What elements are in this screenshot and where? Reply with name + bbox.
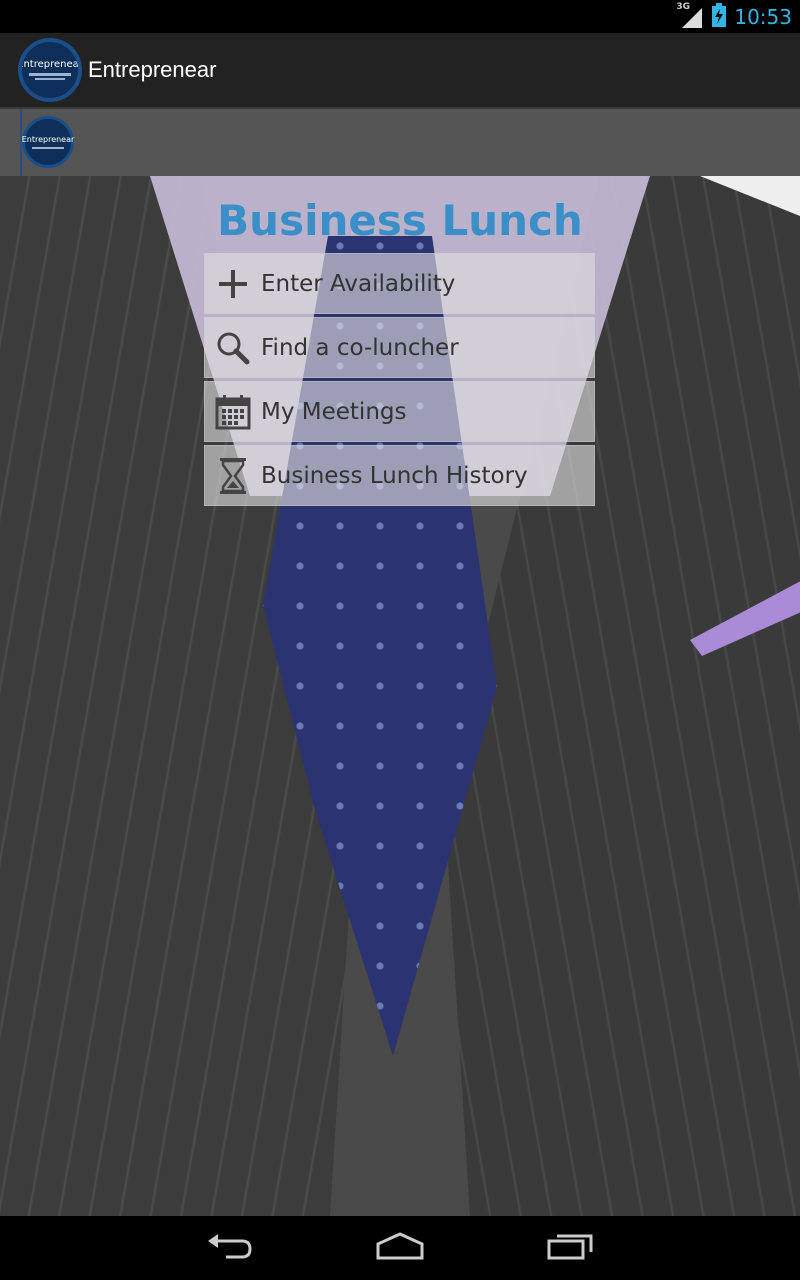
menu-item-find-co-luncher[interactable]: Find a co-luncher <box>204 317 595 378</box>
menu-item-label: Find a co-luncher <box>261 334 459 361</box>
hourglass-icon <box>215 457 251 494</box>
screen: 3G 10:53 Entreprenear Entreprenear Entre… <box>0 0 800 1280</box>
plus-icon <box>215 266 251 302</box>
network-type: 3G <box>676 1 691 12</box>
app-logo[interactable]: Entreprenear <box>18 38 82 102</box>
search-icon <box>215 330 251 366</box>
calendar-icon <box>215 394 251 430</box>
action-bar: Entreprenear Entreprenear <box>0 33 800 107</box>
logo-tagline-line <box>29 73 71 76</box>
back-icon <box>206 1231 254 1265</box>
home-icon <box>375 1232 425 1264</box>
app-title: Entreprenear <box>88 57 217 82</box>
status-indicators: 3G 10:53 <box>676 0 792 33</box>
recent-apps-button[interactable] <box>530 1216 610 1280</box>
back-button[interactable] <box>190 1216 270 1280</box>
menu-item-business-lunch-history[interactable]: Business Lunch History <box>204 445 595 506</box>
menu-item-label: My Meetings <box>261 398 407 425</box>
logo-tagline-line <box>32 146 64 149</box>
battery-icon <box>712 2 727 31</box>
logo-tagline-line <box>35 78 65 80</box>
logo-text: Entreprenear <box>18 59 82 70</box>
status-bar: 3G 10:53 <box>0 0 800 33</box>
menu-item-label: Enter Availability <box>261 270 456 297</box>
main-menu: Enter Availability Find a co-luncher My … <box>204 253 595 509</box>
menu-item-label: Business Lunch History <box>261 462 528 489</box>
status-time: 10:53 <box>734 4 792 29</box>
navigation-bar <box>0 1216 800 1280</box>
signal-icon: 3G <box>676 1 704 30</box>
page-title: Business Lunch <box>217 196 583 245</box>
recent-apps-icon <box>547 1232 593 1264</box>
secondary-bar: Entreprenear <box>0 107 800 176</box>
secondary-logo[interactable]: Entreprenear <box>22 116 74 168</box>
menu-item-my-meetings[interactable]: My Meetings <box>204 381 595 442</box>
home-button[interactable] <box>360 1216 440 1280</box>
menu-item-enter-availability[interactable]: Enter Availability <box>204 253 595 314</box>
logo-text: Entreprenear <box>21 134 75 144</box>
